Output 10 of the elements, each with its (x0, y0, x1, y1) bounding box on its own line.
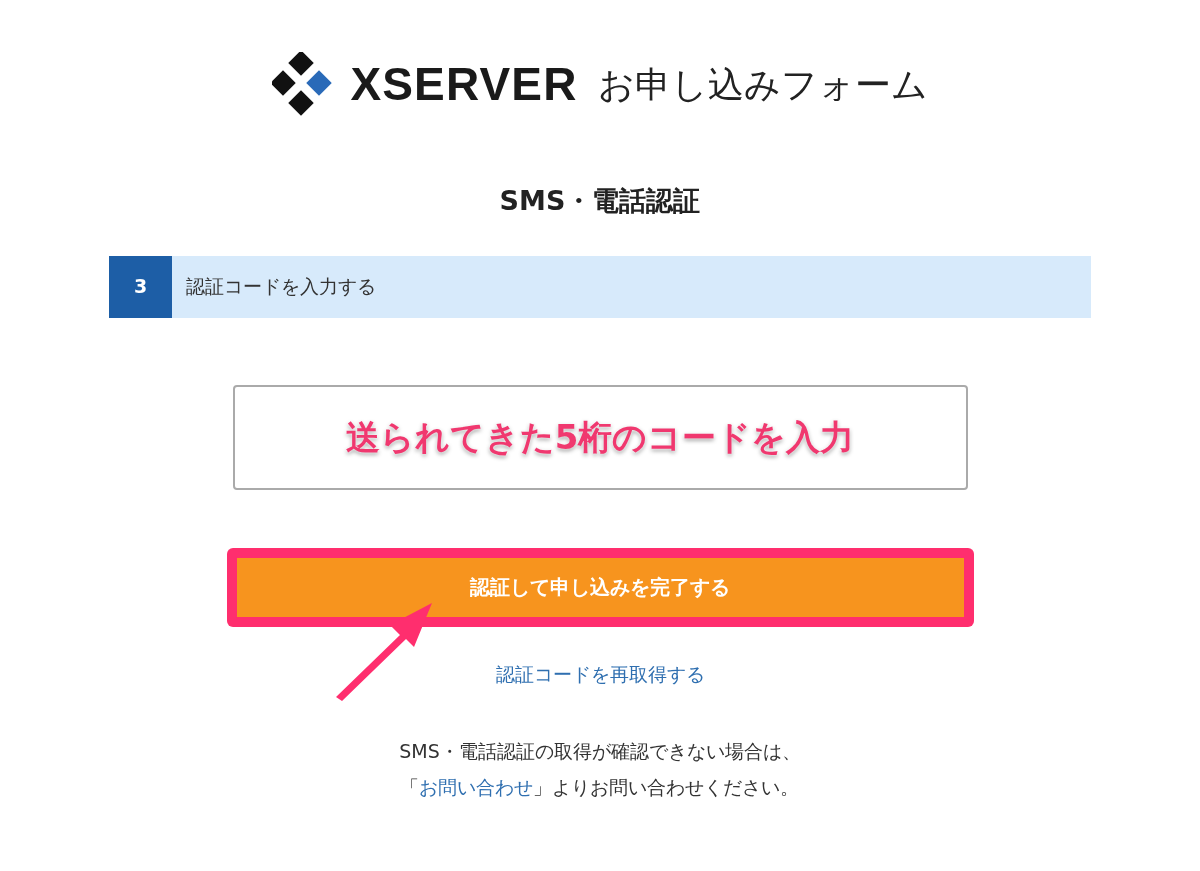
contact-link[interactable]: お問い合わせ (419, 776, 534, 798)
help-text: SMS・電話認証の取得が確認できない場合は、 「お問い合わせ」よりお問い合わせください。 (399, 739, 801, 800)
annotation-text: 送られてきた5桁のコードを入力 (345, 415, 855, 459)
page-heading: SMS・電話認証 (499, 184, 701, 218)
resend-link[interactable]: 認証コードを再取得する (495, 659, 705, 688)
form-title: お申し込みフォーム (597, 62, 928, 107)
code-input-field[interactable]: 送られてきた5桁のコードを入力 (232, 384, 968, 490)
logo-wordmark: XSERVER (350, 57, 578, 112)
step-label: 認証コードを入力する (186, 274, 376, 300)
step-number: 3 (109, 255, 172, 318)
